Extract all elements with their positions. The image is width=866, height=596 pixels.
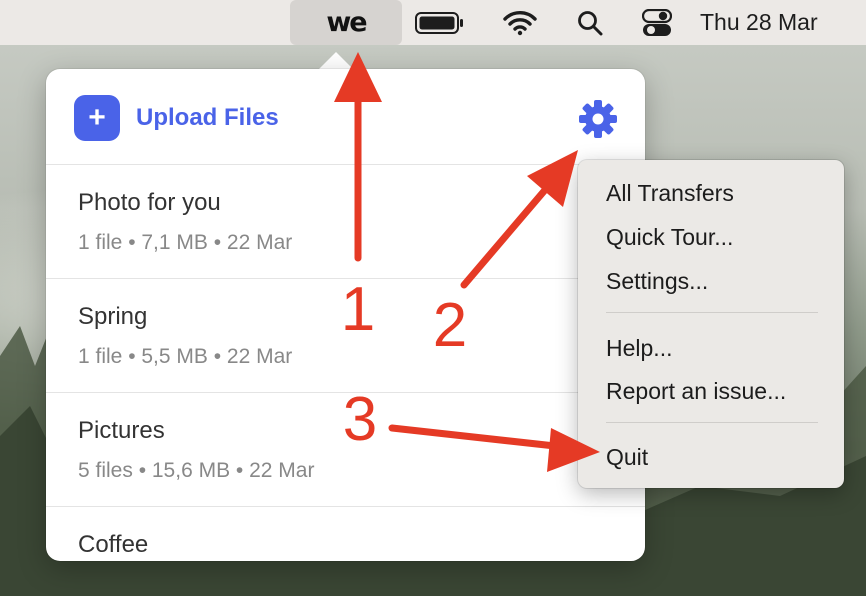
menu-item-quick-tour[interactable]: Quick Tour... <box>606 224 733 251</box>
menu-separator <box>606 422 818 423</box>
menu-bar: we Thu 28 Mar <box>0 0 866 45</box>
wetransfer-popover: + Upload Files Photo for you 1 file • 7,… <box>46 69 645 561</box>
upload-files-label: Upload Files <box>136 104 279 131</box>
transfer-item[interactable]: Photo for you 1 file • 7,1 MB • 22 Mar <box>46 165 645 279</box>
transfer-meta: 5 files • 15,6 MB • 22 Mar <box>78 459 315 482</box>
battery-icon[interactable] <box>412 0 468 45</box>
plus-icon: + <box>74 95 120 141</box>
menu-item-help[interactable]: Help... <box>606 335 672 362</box>
settings-context-menu: All Transfers Quick Tour... Settings... … <box>578 160 844 488</box>
wetransfer-logo-icon: we <box>326 7 367 38</box>
menu-item-settings[interactable]: Settings... <box>606 268 708 295</box>
transfer-item[interactable]: Spring 1 file • 5,5 MB • 22 Mar <box>46 279 645 393</box>
menu-item-all-transfers[interactable]: All Transfers <box>606 180 734 207</box>
wifi-icon[interactable] <box>500 0 540 45</box>
menu-item-report-issue[interactable]: Report an issue... <box>606 378 786 405</box>
transfer-meta: 1 file • 5,5 MB • 22 Mar <box>78 345 293 368</box>
transfer-item[interactable]: Pictures 5 files • 15,6 MB • 22 Mar <box>46 393 645 507</box>
menu-item-quit[interactable]: Quit <box>606 444 648 471</box>
transfer-item[interactable]: Coffee <box>46 507 645 561</box>
upload-header: + Upload Files <box>46 69 645 165</box>
transfer-name: Photo for you <box>78 189 221 216</box>
menubar-clock[interactable]: Thu 28 Mar <box>700 0 860 45</box>
transfer-meta: 1 file • 7,1 MB • 22 Mar <box>78 231 293 254</box>
popover-arrow <box>318 52 354 70</box>
transfer-name: Coffee <box>78 531 149 558</box>
transfer-name: Spring <box>78 303 148 330</box>
gear-icon[interactable] <box>578 99 618 139</box>
wetransfer-menu-extra[interactable]: we <box>290 0 402 45</box>
transfer-name: Pictures <box>78 417 165 444</box>
search-icon[interactable] <box>570 0 610 45</box>
menu-separator <box>606 312 818 313</box>
control-center-icon[interactable] <box>635 0 679 45</box>
upload-files-button[interactable]: + Upload Files <box>74 95 279 141</box>
